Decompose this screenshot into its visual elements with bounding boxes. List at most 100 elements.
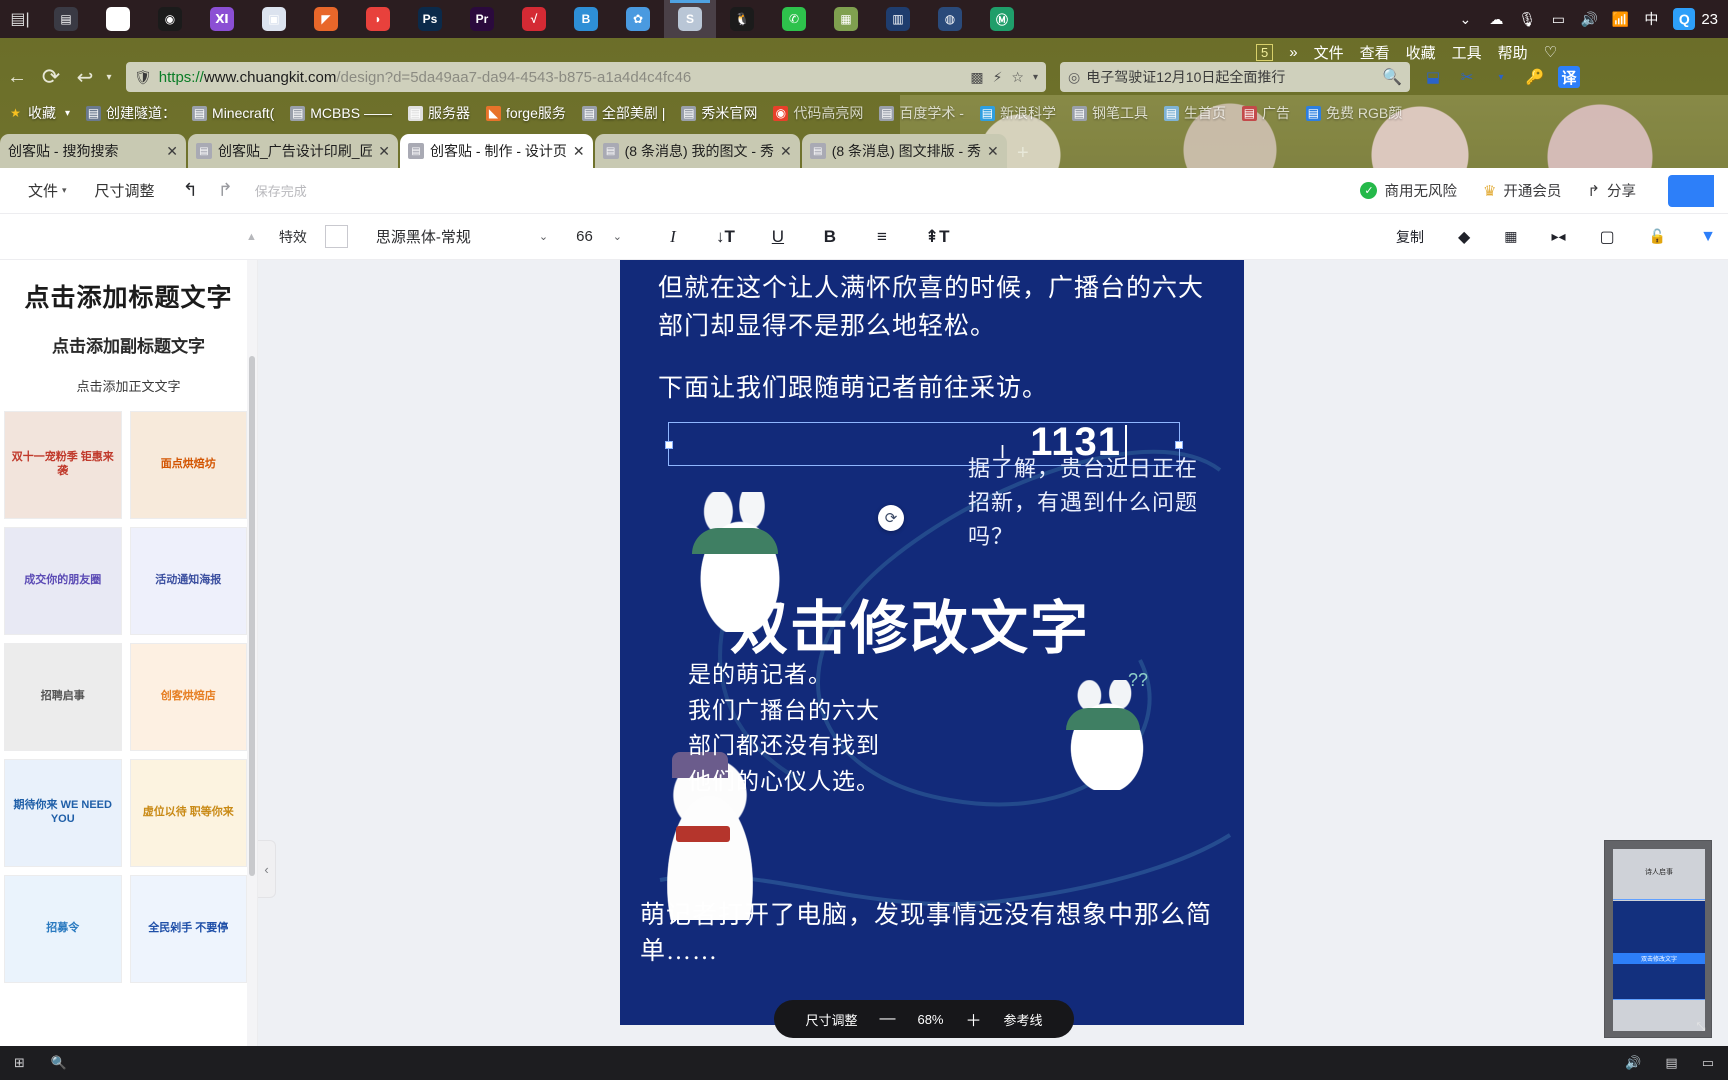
explorer-menubar[interactable]: 5 » 文件 查看 收藏 工具 帮助 ♡: [1256, 38, 1557, 66]
sidebar-scrollbar[interactable]: [247, 260, 257, 1080]
toolbar-scroll-up-icon[interactable]: ▲: [246, 231, 257, 243]
extension-scissors-icon[interactable]: ✂: [1456, 66, 1478, 88]
speaker-icon[interactable]: 🔊: [1625, 1055, 1641, 1071]
tray-chevron-icon[interactable]: ⌄: [1456, 0, 1474, 38]
copy-button[interactable]: 复制: [1396, 227, 1424, 247]
template-thumbnail-grid[interactable]: 双十一宠粉季 钜惠来袭 面点烘焙坊 成交你的朋友圈 活动通知海报 招聘启事 创客烘焙店 期待…: [0, 403, 257, 993]
tray-ime-icon[interactable]: 中: [1642, 0, 1660, 38]
canvas-speech-bubble[interactable]: 据了解，贵台近日正在招新，有遇到什么问题吗？: [968, 452, 1198, 554]
sidebar-collapse-button[interactable]: ‹: [258, 840, 276, 898]
app-icon-evernote[interactable]: ❯: [92, 0, 144, 38]
canvas-bottom-text[interactable]: 萌记者打开了电脑，发现事情远没有想象中那么简单……: [640, 898, 1240, 971]
app-icon-notepad[interactable]: ▣: [248, 0, 300, 38]
app-icon-opera[interactable]: ◗: [352, 0, 404, 38]
search-bar[interactable]: ◎ 电子驾驶证12月10日起全面推行 🔍: [1060, 62, 1410, 92]
canvas-workspace[interactable]: ‹ 但就在这个让人满怀欣喜的时候，广播台的六大部门却显得不是那么地轻松。 下面让…: [258, 260, 1728, 1080]
undo-icon[interactable]: ↰: [183, 180, 198, 201]
canvas-paragraph-3[interactable]: 是的萌记者。 我们广播台的六大 部门都还没有找到 他们的心仪人选。: [688, 657, 880, 800]
explorer-menu-view[interactable]: 查看: [1360, 42, 1390, 63]
close-icon[interactable]: ✕: [166, 143, 178, 160]
explorer-menu-tools[interactable]: 工具: [1452, 42, 1482, 63]
undo-redo-group[interactable]: ↰ ↱: [183, 180, 233, 201]
address-bar[interactable]: 🛡 https://www.chuangkit.com/design?d=5da…: [126, 62, 1046, 92]
extension-caret-icon[interactable]: ▾: [1490, 66, 1512, 88]
template-thumbnail[interactable]: 虚位以待 职等你来: [129, 759, 247, 867]
windows-icon[interactable]: ⊞: [14, 1055, 25, 1071]
template-thumbnail[interactable]: 期待你来 WE NEED YOU: [4, 759, 122, 867]
extension-key-icon[interactable]: 🔑: [1524, 66, 1546, 88]
bookmark-item[interactable]: ▤ 秀米官网: [673, 100, 765, 126]
bookmark-item[interactable]: ▤ 新浪科学: [972, 100, 1064, 126]
zoom-out-button[interactable]: —: [879, 1010, 895, 1028]
history-back-icon[interactable]: ↩: [68, 60, 102, 94]
app-icon-cloud[interactable]: ✿: [612, 0, 664, 38]
extension-download-icon[interactable]: ⬓: [1422, 66, 1444, 88]
reload-icon[interactable]: ⟳: [34, 60, 68, 94]
bold-icon[interactable]: B: [821, 227, 839, 247]
bookmark-item[interactable]: ◣ forge服务: [478, 100, 574, 126]
bookmark-item[interactable]: ▤ 广告: [1234, 100, 1298, 126]
redo-icon[interactable]: ↱: [218, 180, 233, 201]
history-caret-icon[interactable]: ▾: [102, 60, 116, 94]
template-thumbnail[interactable]: 成交你的朋友圈: [4, 527, 122, 635]
guides-button[interactable]: 参考线: [1004, 1010, 1043, 1029]
font-size-select[interactable]: 66 ⌄: [576, 228, 622, 245]
bookmark-item[interactable]: ▤ 创建隧道：: [78, 100, 184, 126]
tray-battery-icon[interactable]: ▭: [1549, 0, 1567, 38]
search-icon[interactable]: 🔍: [1382, 67, 1402, 87]
new-tab-button[interactable]: +: [1009, 138, 1037, 168]
bookmark-item[interactable]: ▤ 服务器: [400, 100, 478, 126]
template-thumbnail[interactable]: 面点烘焙坊: [129, 411, 247, 519]
app-icon-netease[interactable]: Ⓜ: [976, 0, 1028, 38]
template-thumbnail[interactable]: 全民剁手 不要停: [129, 875, 247, 983]
windows-taskbar[interactable]: ▤| ▤ ❯ ◉ Ⅺ ▣ ◤ ◗ Ps Pr √ B ✿ S 🐧 ✆ ▦ ▥ ◍ Ⓜ ⌄ ☁ 🎙 ▭ 🔊 📶 中 Q 23: [0, 0, 1728, 38]
bookmark-item[interactable]: ▤ MCBBS ——: [282, 100, 400, 126]
tray-onedrive-icon[interactable]: ☁: [1487, 0, 1505, 38]
template-thumbnail[interactable]: 创客烘焙店: [129, 643, 247, 751]
search-icon[interactable]: 🔍: [51, 1055, 67, 1071]
text-color-swatch[interactable]: [324, 225, 348, 248]
battery-icon[interactable]: ▭: [1702, 1055, 1714, 1071]
close-icon[interactable]: ✕: [987, 143, 999, 160]
bookmark-item[interactable]: ◉ 代码高亮网: [765, 100, 871, 126]
system-tray[interactable]: ⌄ ☁ 🎙 ▭ 🔊 📶 中 Q: [1456, 0, 1701, 38]
app-icon-wechat[interactable]: ✆: [768, 0, 820, 38]
app-icon-1[interactable]: ▤: [40, 0, 92, 38]
omnibox-caret-icon[interactable]: ▾: [1033, 72, 1038, 83]
explorer-chevron-icon[interactable]: »: [1289, 44, 1297, 61]
open-vip-button[interactable]: ♛ 开通会员: [1483, 180, 1561, 201]
extension-translate-icon[interactable]: 译: [1558, 66, 1580, 88]
back-arrow-icon[interactable]: ←: [0, 60, 34, 94]
app-icon-globe[interactable]: ◍: [924, 0, 976, 38]
design-canvas[interactable]: 但就在这个让人满怀欣喜的时候，广播台的六大部门却显得不是那么地轻松。 下面让我们…: [620, 260, 1244, 1025]
close-icon[interactable]: ✕: [573, 143, 585, 160]
bookmark-item[interactable]: ▤ 全部美剧 |: [574, 100, 674, 126]
zoom-in-button[interactable]: ＋: [966, 1007, 982, 1031]
browser-tab[interactable]: ▤ 创客贴_广告设计印刷_匠 ✕: [188, 134, 398, 168]
close-icon[interactable]: ✕: [378, 143, 390, 160]
chevron-down-icon[interactable]: ▾: [65, 108, 70, 119]
taskbar-app-list[interactable]: ▤ ❯ ◉ Ⅺ ▣ ◤ ◗ Ps Pr √ B ✿ S 🐧 ✆ ▦ ▥ ◍ Ⓜ: [40, 0, 1028, 38]
canvas-editable-headline[interactable]: 双击修改文字: [730, 585, 1090, 672]
app-icon-qq[interactable]: 🐧: [716, 0, 768, 38]
windows-bottom-taskbar[interactable]: ⊞ 🔍 🔊 ▤ ▭: [0, 1046, 1728, 1080]
qrcode-icon[interactable]: ▩: [970, 69, 983, 86]
bookmark-item[interactable]: ▤ 百度学术 -: [871, 100, 972, 126]
app-icon-premiere[interactable]: Pr: [456, 0, 508, 38]
bookmark-item[interactable]: ▤ 生首页: [1156, 100, 1234, 126]
explorer-menu-file[interactable]: 文件: [1314, 42, 1344, 63]
add-subtitle-text-button[interactable]: 点击添加副标题文字: [0, 332, 257, 357]
tray-volume-icon[interactable]: 🔊: [1580, 0, 1598, 38]
font-family-select[interactable]: 思源黑体-常规 ⌄: [376, 226, 548, 247]
network-icon[interactable]: ▤: [1665, 1055, 1677, 1071]
bookmark-item[interactable]: ▤ 钢笔工具: [1064, 100, 1156, 126]
windows-start-icon[interactable]: ▤|: [0, 0, 40, 38]
text-style-icons[interactable]: I ↓T U B ≡ ⇞T: [664, 227, 949, 247]
app-icon-matlab[interactable]: ◤: [300, 0, 352, 38]
italic-icon[interactable]: I: [664, 227, 682, 247]
bookmark-item[interactable]: ▤ 免费 RGB颜: [1298, 100, 1410, 126]
underline-icon[interactable]: U: [769, 227, 787, 247]
add-body-text-button[interactable]: 点击添加正文文字: [0, 376, 257, 395]
close-icon[interactable]: ✕: [780, 143, 792, 160]
page-preview-panel[interactable]: 诗人启事 双击修改文字 ⤡: [1604, 840, 1712, 1038]
